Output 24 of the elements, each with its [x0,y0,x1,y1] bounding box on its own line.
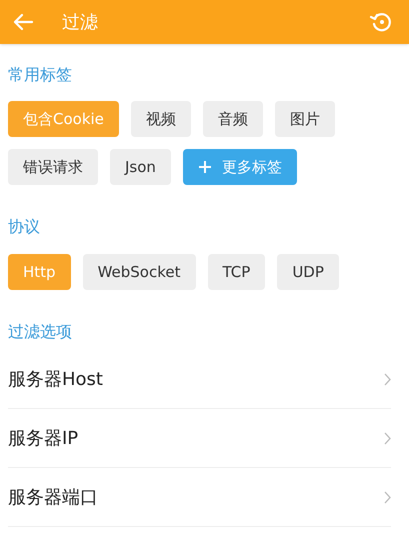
tag-chip[interactable]: Json [110,149,171,185]
section-title: 常用标签 [8,64,73,86]
chevron-right-icon [384,490,391,504]
reset-icon[interactable] [369,10,393,34]
option-label: 服务器IP [8,426,78,450]
filter-option-row[interactable]: 服务器Host [8,350,391,409]
section-title: 过滤选项 [8,321,73,343]
protocol-chip[interactable]: WebSocket [82,254,196,290]
plus-icon [198,160,212,174]
tag-chip[interactable]: 错误请求 [8,149,98,185]
tag-chip[interactable]: 音频 [202,101,263,137]
section-title: 协议 [8,216,41,238]
chevron-right-icon [384,372,391,386]
back-arrow-icon[interactable] [12,12,34,32]
protocol-chip[interactable]: TCP [208,254,266,290]
tag-chip[interactable]: 视频 [130,101,191,137]
filter-option-row[interactable]: 服务器IP [8,409,391,468]
tag-chip[interactable]: 图片 [274,101,335,137]
screen-title: 过滤 [62,10,99,34]
option-label: 服务器Host [8,368,103,392]
filter-option-row[interactable]: 服务器端口 [8,468,391,527]
chevron-right-icon [384,432,391,444]
protocol-chip[interactable]: UDP [277,254,339,290]
option-label: 服务器端口 [8,486,98,510]
